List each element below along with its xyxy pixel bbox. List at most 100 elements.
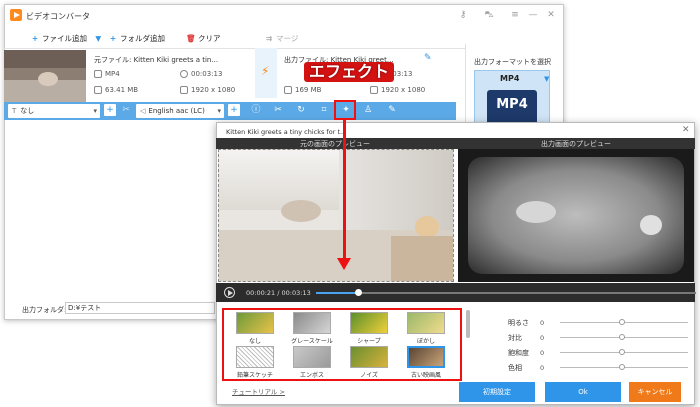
output-size: 169 MB	[284, 86, 321, 94]
reset-button[interactable]: 初期設定	[459, 382, 535, 402]
audio-track-select[interactable]: ◁ English aac (LC) ▾	[136, 104, 224, 118]
tutorial-link[interactable]: チュートリアル >	[232, 386, 285, 396]
original-preview-label: 元の画面のプレビュー	[300, 140, 370, 148]
cancel-button[interactable]: キャンセル	[629, 382, 681, 402]
cart-icon[interactable]: ⛍	[482, 8, 496, 22]
clock-icon	[180, 70, 188, 78]
merge-button[interactable]: ⇉ マージ	[264, 32, 299, 46]
filter-tile[interactable]	[407, 312, 445, 334]
kitten-shape	[516, 201, 556, 223]
edit-name-icon[interactable]: ✎	[424, 53, 432, 63]
preview-header-bar	[216, 138, 695, 149]
plus-icon: +	[31, 34, 39, 43]
watermark-icon[interactable]: ♙	[362, 104, 374, 116]
chick-shape	[640, 215, 662, 235]
output-folder-label: 出力フォルダ:	[22, 306, 67, 314]
filter-label: グレースケール	[291, 338, 333, 345]
filesize-icon	[94, 86, 102, 94]
effect-button-highlight	[334, 100, 356, 120]
resolution-icon	[180, 86, 188, 94]
filter-label: エンボス	[299, 372, 324, 379]
filter-scrollbar[interactable]	[466, 310, 470, 338]
video-thumbnail[interactable]	[4, 50, 86, 102]
filesize-icon	[284, 86, 292, 94]
adjust-label: 色相	[508, 364, 522, 372]
filter-tile[interactable]	[350, 312, 388, 334]
filter-label: ぼかし	[416, 338, 435, 345]
dialog-title: Kitten Kiki greets a tiny chicks for t..…	[226, 128, 347, 136]
filter-label: なし	[248, 338, 261, 345]
output-preview-label: 出力画面のプレビュー	[541, 140, 611, 148]
minimize-icon[interactable]: —	[526, 8, 540, 22]
playback-track[interactable]	[316, 292, 696, 294]
merge-label: マージ	[276, 34, 299, 43]
original-preview	[218, 149, 454, 282]
chevron-down-icon: ▾	[93, 107, 97, 115]
filter-tile[interactable]	[350, 346, 388, 368]
add-file-button[interactable]: + ファイル追加 ▼	[30, 32, 101, 46]
filter-tile[interactable]	[236, 346, 274, 368]
add-file-label: ファイル追加	[42, 34, 87, 43]
play-icon[interactable]	[224, 287, 235, 298]
adjust-label: 対比	[508, 334, 522, 342]
filter-tile[interactable]	[293, 346, 331, 368]
lightning-icon: ⚡	[261, 64, 270, 78]
window-title: ビデオコンバータ	[26, 12, 90, 21]
output-resolution: 1920 x 1080	[370, 86, 425, 94]
playback-knob[interactable]	[354, 289, 362, 296]
filter-label: ノイズ	[360, 372, 378, 379]
add-subtitle-icon[interactable]: +	[104, 104, 116, 116]
app-logo-icon	[10, 9, 22, 21]
format-name: MP4	[500, 74, 520, 83]
adjust-value: 0	[540, 319, 545, 327]
menu-icon[interactable]: ≡	[508, 8, 522, 22]
annotation-arrow	[343, 120, 346, 262]
adjust-slider-knob[interactable]	[619, 364, 625, 370]
add-folder-button[interactable]: + フォルダ追加	[108, 32, 165, 46]
dropdown-arrow-icon[interactable]: ▼	[95, 34, 101, 43]
trash-icon: 🗑	[186, 34, 196, 43]
subtitle-select[interactable]: T なし ▾	[8, 104, 100, 118]
format-icon	[94, 70, 102, 78]
cut-icon[interactable]: ✂	[272, 104, 284, 116]
source-resolution: 1920 x 1080	[180, 86, 235, 94]
adjust-slider-knob[interactable]	[619, 349, 625, 355]
add-audio-icon[interactable]: +	[228, 104, 240, 116]
dialog-close-icon[interactable]: ✕	[682, 125, 690, 135]
format-dropdown-icon[interactable]: ▼	[544, 75, 549, 83]
adjust-slider-knob[interactable]	[619, 319, 625, 325]
key-icon[interactable]: ⚷	[456, 8, 470, 22]
rotate-icon[interactable]: ↻	[295, 104, 307, 116]
text-icon: T	[12, 107, 17, 115]
output-folder-field[interactable]: D:¥テスト	[65, 302, 215, 314]
subtitle-edit-icon[interactable]: ✎	[386, 104, 398, 116]
info-icon[interactable]: ⓘ	[250, 104, 262, 116]
filter-label: 古い映画風	[410, 372, 441, 379]
source-size: 63.41 MB	[94, 86, 138, 94]
subtitle-extract-icon[interactable]: ✂	[120, 104, 132, 116]
plus-icon: +	[109, 34, 117, 43]
output-preview	[458, 149, 694, 282]
crop-icon[interactable]: ⌗	[318, 104, 330, 116]
chevron-down-icon: ▾	[217, 107, 221, 115]
ok-button[interactable]: Ok	[545, 382, 621, 402]
close-icon[interactable]: ✕	[544, 8, 558, 22]
effect-annotation-label: エフェクト	[304, 62, 395, 82]
filter-label: 鉛筆スケッチ	[236, 372, 273, 379]
adjust-value: 0	[540, 364, 545, 372]
kitten-shape	[38, 72, 58, 86]
annotation-arrow-head	[337, 258, 351, 270]
resolution-icon	[370, 86, 378, 94]
merge-icon: ⇉	[265, 34, 273, 43]
clear-button[interactable]: 🗑 クリア	[186, 32, 220, 46]
filter-tile[interactable]	[236, 312, 274, 334]
adjust-value: 0	[540, 334, 545, 342]
filter-tile[interactable]	[407, 346, 445, 368]
filter-label: シャープ	[357, 338, 381, 345]
time-display: 00:00:21 / 00:03:13	[246, 289, 311, 297]
speaker-icon: ◁	[140, 107, 146, 115]
adjust-slider-knob[interactable]	[619, 334, 625, 340]
playback-progress	[316, 292, 358, 294]
adjust-label: 明るさ	[508, 319, 529, 327]
filter-tile[interactable]	[293, 312, 331, 334]
